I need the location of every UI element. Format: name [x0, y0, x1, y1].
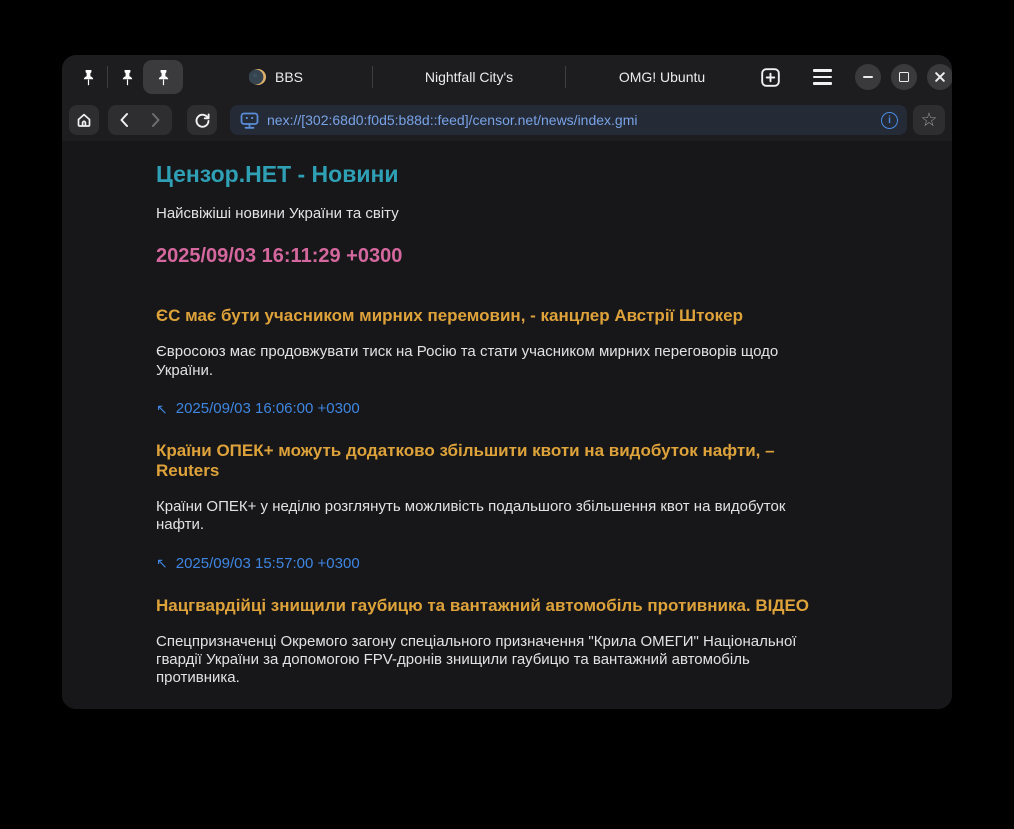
article-link[interactable]: ↖ 2025/09/03 15:57:00 +0300	[156, 555, 834, 572]
tab-separator	[107, 66, 108, 88]
home-button[interactable]	[69, 105, 99, 135]
back-button[interactable]	[108, 105, 140, 135]
minimize-icon	[863, 76, 873, 78]
home-icon	[76, 112, 92, 128]
pushpin-icon	[156, 69, 171, 86]
tab-label: Nightfall City's	[425, 69, 513, 85]
url-text[interactable]: nex://[302:68d0:f0d5:b88d::feed]/censor.…	[267, 112, 873, 128]
link-arrow-icon: ↖	[156, 402, 168, 416]
tab-bbs[interactable]: BBS	[183, 60, 369, 94]
new-tab-button[interactable]	[755, 62, 785, 92]
tab-label: BBS	[275, 69, 303, 85]
navigation-bar: nex://[302:68d0:f0d5:b88d::feed]/censor.…	[62, 99, 952, 141]
article-summary: Країни ОПЕК+ у неділю розглянуть можливі…	[156, 498, 834, 535]
minimize-button[interactable]	[855, 64, 881, 90]
pinned-tab-3-active[interactable]	[143, 60, 183, 94]
back-icon	[119, 112, 129, 128]
page-subtitle: Найсвіжіші новини України та світу	[156, 205, 834, 223]
pinned-tab-2[interactable]	[111, 60, 143, 94]
star-icon: ☆	[920, 111, 937, 130]
new-tab-icon	[761, 68, 780, 87]
page-content: Цензор.НЕТ - Новини Найсвіжіші новини Ук…	[62, 141, 952, 709]
forward-icon	[151, 112, 161, 128]
url-bar[interactable]: nex://[302:68d0:f0d5:b88d::feed]/censor.…	[230, 105, 907, 135]
article-summary: Євросоюз має продовжувати тиск на Росію …	[156, 343, 834, 380]
reload-icon	[194, 112, 211, 129]
pinned-tab-1[interactable]	[72, 60, 104, 94]
article-summary: Спецпризначенці Окремого загону спеціаль…	[156, 633, 834, 688]
page-title: Цензор.НЕТ - Новини	[156, 161, 834, 187]
tab-separator	[372, 66, 373, 88]
article-link[interactable]: ↖ 2025/09/03 15:47:00 +0300	[156, 708, 834, 709]
feed-timestamp: 2025/09/03 16:11:29 +0300	[156, 245, 834, 268]
article-title: Нацгвардійці знищили гаубицю та вантажни…	[156, 596, 834, 616]
news-article-3: Нацгвардійці знищили гаубицю та вантажни…	[156, 596, 834, 709]
tab-bar: BBS Nightfall City's OMG! Ubuntu	[62, 55, 952, 99]
tab-separator	[565, 66, 566, 88]
article-title: Країни ОПЕК+ можуть додатково збільшити …	[156, 441, 834, 481]
menu-button[interactable]	[807, 62, 837, 92]
article-title: ЄС має бути учасником мирних перемовин, …	[156, 306, 834, 326]
article-link[interactable]: ↖ 2025/09/03 16:06:00 +0300	[156, 400, 834, 417]
pushpin-icon	[120, 69, 135, 86]
article-link-label: 2025/09/03 16:06:00 +0300	[176, 400, 360, 417]
history-buttons	[108, 105, 172, 135]
close-icon	[935, 72, 945, 82]
news-article-2: Країни ОПЕК+ можуть додатково збільшити …	[156, 441, 834, 572]
pushpin-icon	[81, 69, 96, 86]
bookmark-button[interactable]: ☆	[913, 105, 945, 135]
close-button[interactable]	[927, 64, 952, 90]
forward-button[interactable]	[140, 105, 172, 135]
article-link-label: 2025/09/03 15:47:00 +0300	[176, 708, 360, 709]
maximize-icon	[899, 72, 909, 82]
article-link-label: 2025/09/03 15:57:00 +0300	[176, 555, 360, 572]
tab-omg-ubuntu[interactable]: OMG! Ubuntu	[569, 60, 755, 94]
maximize-button[interactable]	[891, 64, 917, 90]
link-arrow-icon: ↖	[156, 556, 168, 570]
tab-bar-controls	[755, 62, 952, 92]
browser-window: BBS Nightfall City's OMG! Ubuntu	[62, 55, 952, 709]
reload-button[interactable]	[187, 105, 217, 135]
moon-icon	[249, 68, 267, 86]
site-monitor-icon	[240, 112, 259, 129]
news-article-1: ЄС має бути учасником мирних перемовин, …	[156, 306, 834, 417]
page-info-icon[interactable]: i	[881, 112, 898, 129]
tab-label: OMG! Ubuntu	[619, 69, 705, 85]
tab-nightfall-citys[interactable]: Nightfall City's	[376, 60, 562, 94]
